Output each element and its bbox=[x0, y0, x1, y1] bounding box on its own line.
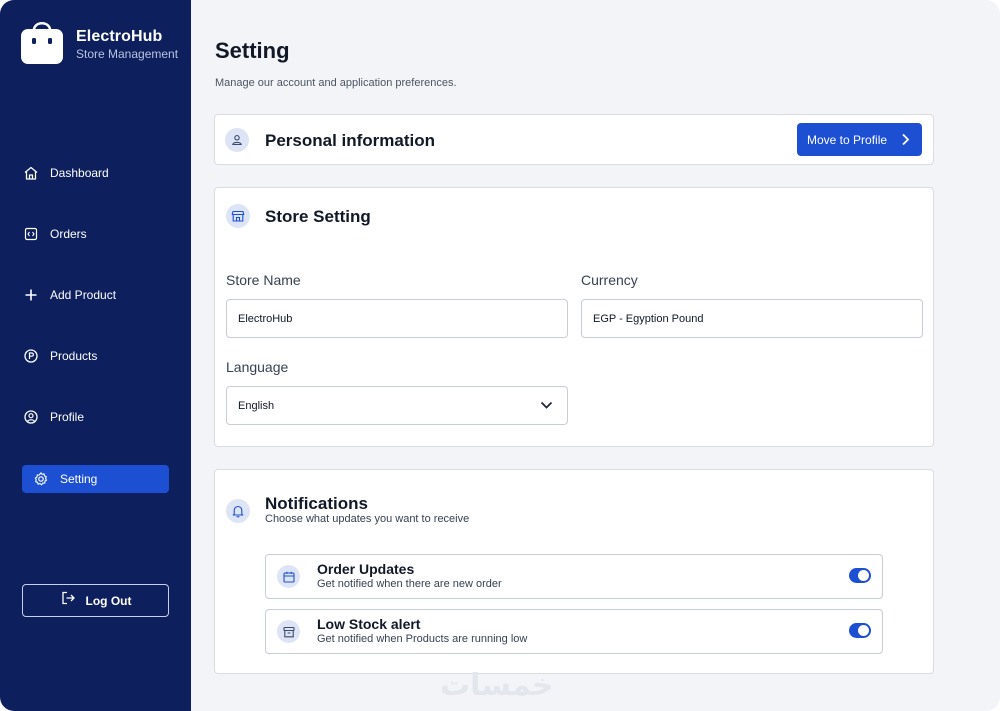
sidebar-item-products[interactable]: Products bbox=[22, 342, 169, 370]
sidebar-item-label: Orders bbox=[50, 227, 87, 241]
chevron-right-icon bbox=[900, 133, 910, 151]
notification-description: Get notified when Products are running l… bbox=[317, 633, 528, 645]
store-name-label: Store Name bbox=[226, 272, 301, 288]
currency-input[interactable]: EGP - Egyption Pound bbox=[581, 299, 923, 338]
language-select[interactable]: English bbox=[226, 386, 568, 425]
personal-information-title: Personal information bbox=[265, 131, 436, 150]
sidebar-item-label: Add Product bbox=[50, 288, 117, 302]
notification-row-low-stock-alert: Low Stock alert Get notified when Produc… bbox=[265, 609, 883, 654]
sidebar-item-profile[interactable]: Profile bbox=[22, 403, 169, 431]
user-circle-icon bbox=[22, 408, 40, 426]
gear-icon bbox=[32, 470, 50, 488]
toggle-knob bbox=[858, 570, 869, 581]
brand-name: ElectroHub bbox=[76, 27, 163, 45]
order-updates-toggle[interactable] bbox=[849, 568, 871, 583]
app-window: ElectroHub Store Management Dashboard Or… bbox=[0, 0, 1000, 711]
notification-description: Get notified when there are new order bbox=[317, 578, 502, 590]
sidebar: ElectroHub Store Management Dashboard Or… bbox=[0, 0, 191, 711]
page-title: Setting bbox=[215, 38, 290, 63]
notifications-title: Notifications bbox=[265, 494, 368, 513]
notifications-subtitle: Choose what updates you want to receive bbox=[265, 513, 470, 525]
store-setting-title: Store Setting bbox=[265, 207, 371, 226]
low-stock-alert-toggle[interactable] bbox=[849, 623, 871, 638]
home-icon bbox=[22, 164, 40, 182]
sidebar-item-setting[interactable]: Setting bbox=[22, 465, 169, 493]
logout-label: Log Out bbox=[85, 593, 132, 608]
sidebar-item-label: Dashboard bbox=[50, 166, 109, 180]
archive-box-icon bbox=[277, 620, 300, 643]
brand-text: ElectroHub Store Management bbox=[76, 28, 178, 61]
sidebar-item-orders[interactable]: Orders bbox=[22, 220, 169, 248]
user-icon bbox=[225, 128, 249, 152]
chevron-down-icon bbox=[540, 400, 553, 413]
orders-icon bbox=[22, 225, 40, 243]
sidebar-item-label: Profile bbox=[50, 410, 85, 424]
language-label: Language bbox=[226, 359, 289, 375]
store-name-input[interactable]: ElectroHub bbox=[226, 299, 568, 338]
sidebar-item-label: Products bbox=[50, 349, 98, 363]
toggle-knob bbox=[858, 625, 869, 636]
notification-title: Low Stock alert bbox=[317, 616, 421, 632]
notification-row-order-updates: Order Updates Get notified when there ar… bbox=[265, 554, 883, 599]
bell-icon bbox=[226, 499, 250, 523]
currency-label: Currency bbox=[581, 272, 638, 288]
sidebar-item-add-product[interactable]: Add Product bbox=[22, 281, 169, 309]
brand-subtitle: Store Management bbox=[76, 46, 179, 61]
store-icon bbox=[226, 204, 250, 228]
personal-information-card: Personal information Move to Profile bbox=[214, 114, 934, 165]
notifications-card: Notifications Choose what updates you wa… bbox=[214, 469, 934, 674]
page-subtitle: Manage our account and application prefe… bbox=[215, 77, 457, 89]
calendar-icon bbox=[277, 565, 300, 588]
products-icon bbox=[22, 347, 40, 365]
language-selected-value: English bbox=[238, 399, 275, 412]
logout-icon bbox=[60, 590, 76, 611]
logout-button[interactable]: Log Out bbox=[22, 584, 169, 617]
watermark-text: خمسات bbox=[440, 668, 554, 703]
plus-icon bbox=[22, 286, 40, 304]
sidebar-item-label: Setting bbox=[60, 472, 98, 486]
store-setting-card: Store Setting Store Name ElectroHub Curr… bbox=[214, 187, 934, 447]
move-to-profile-button[interactable]: Move to Profile bbox=[797, 123, 922, 156]
brand: ElectroHub Store Management bbox=[21, 18, 178, 64]
shopping-bag-logo-icon bbox=[21, 18, 63, 64]
notification-title: Order Updates bbox=[317, 561, 415, 577]
move-to-profile-label: Move to Profile bbox=[807, 132, 888, 147]
sidebar-item-dashboard[interactable]: Dashboard bbox=[22, 159, 169, 187]
